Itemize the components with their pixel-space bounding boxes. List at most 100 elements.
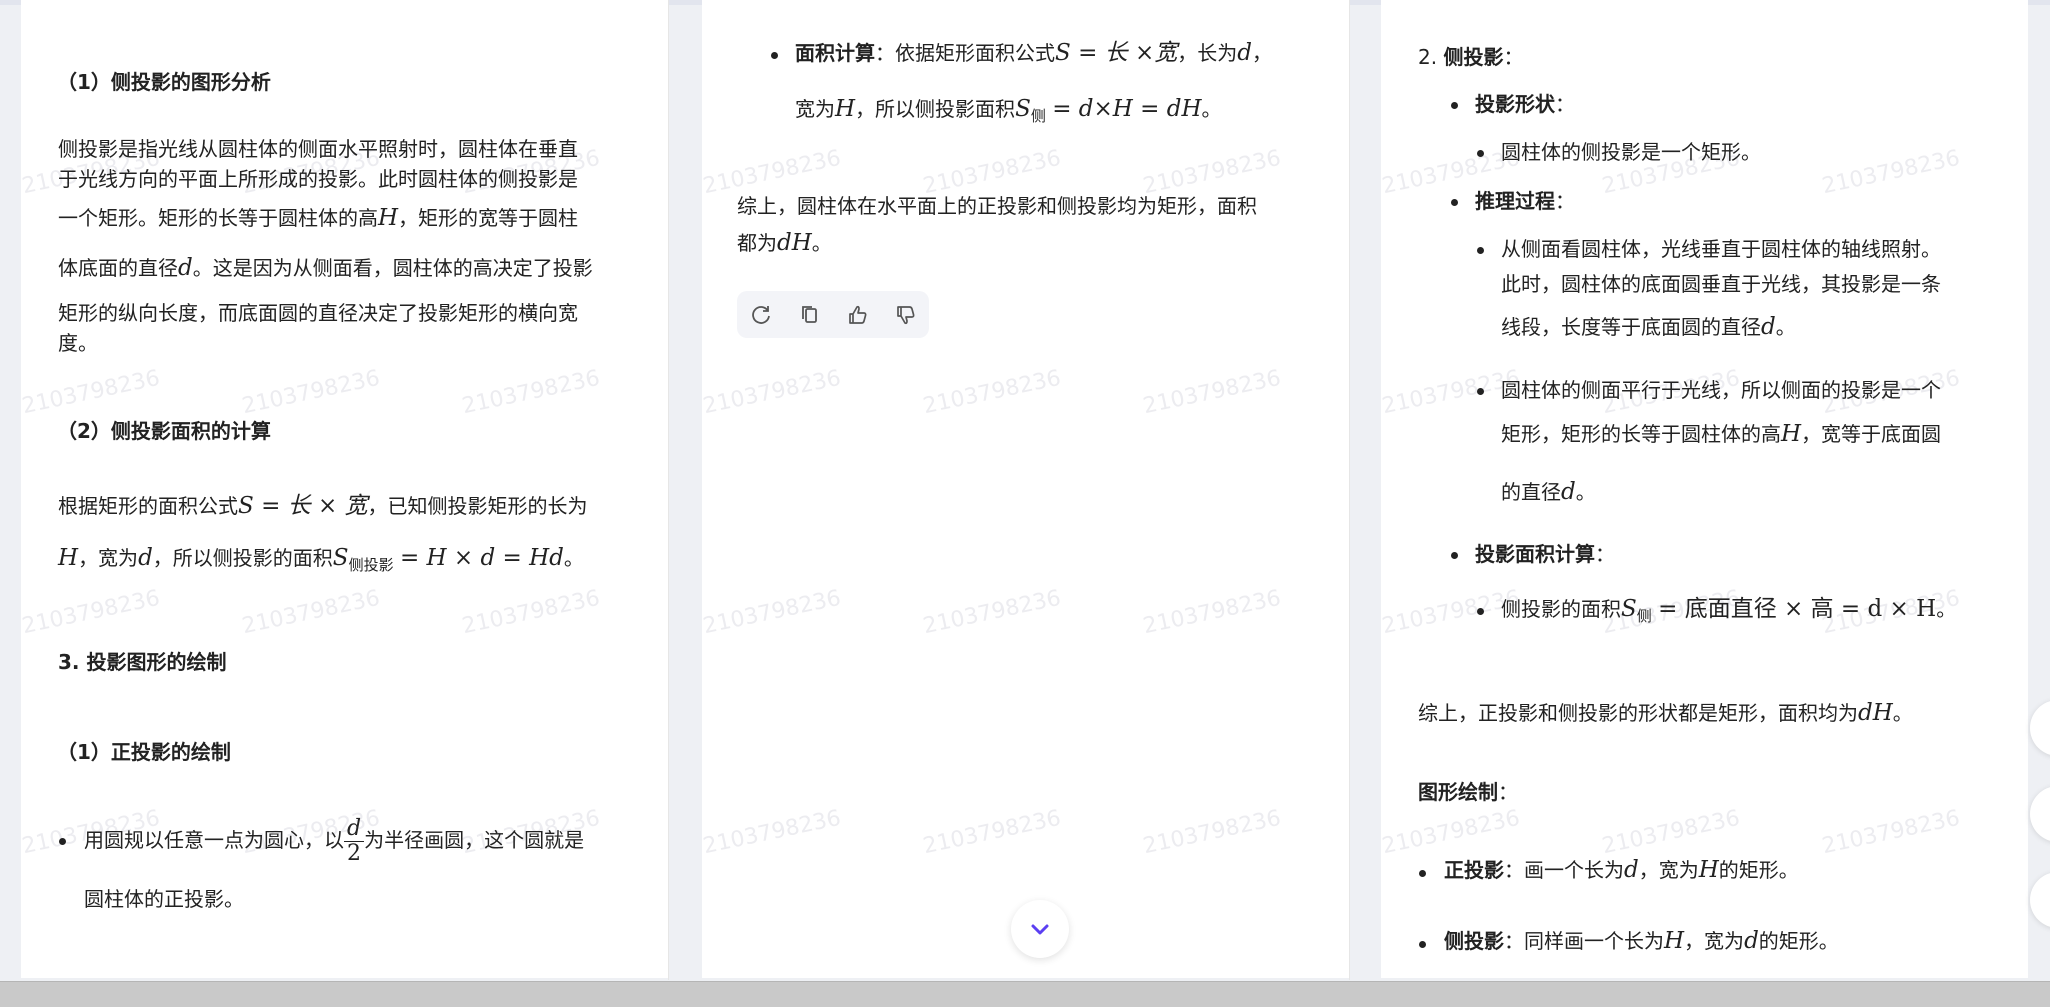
watermark: 2103798236 <box>702 585 844 640</box>
item-label: 图形绘制 <box>1418 780 1498 804</box>
list-item: 侧投影的面积S侧 = 底面直径 × 高 = d × H。 <box>1501 594 1956 631</box>
text-run: 矩形，矩形的长等于圆柱体的高 <box>1501 422 1781 446</box>
list-item-continued: 宽为H，所以侧投影面积S侧 = d×H = dH。 <box>795 94 1222 131</box>
text-run: 。这是因为从侧面看，圆柱体的高决定了投影 <box>192 256 593 280</box>
text-run: ，长为 <box>1177 41 1238 65</box>
text-run: 。 <box>1892 701 1913 725</box>
message-action-bar <box>737 291 929 338</box>
text-run: 都为 <box>737 231 777 255</box>
math-fraction: d2 <box>344 817 365 866</box>
watermark: 2103798236 <box>1819 145 1963 200</box>
text-run: ，所以侧投影的面积 <box>152 546 333 570</box>
thumbs-down-icon[interactable] <box>891 300 921 330</box>
heading-front-draw: （1）正投影的绘制 <box>57 740 231 764</box>
list-item: 正投影：画一个长为d，宽为H的矩形。 <box>1444 855 1799 885</box>
math-var: H <box>378 205 399 231</box>
math-formula: = d×H = dH <box>1052 96 1202 122</box>
watermark: 2103798236 <box>1140 585 1284 640</box>
scroll-down-button[interactable] <box>1011 900 1069 958</box>
text-run: 宽为 <box>795 97 835 121</box>
bullet-dot <box>59 838 66 845</box>
math-var: d <box>138 545 153 571</box>
item-number: 2. <box>1418 45 1438 69</box>
paragraph-line: H，宽为d，所以侧投影的面积S侧投影 = H × d = Hd。 <box>58 543 584 580</box>
math-var: dH <box>777 230 812 256</box>
math-var: S <box>1621 596 1637 622</box>
side-float-button[interactable] <box>2030 872 2050 928</box>
side-float-button[interactable] <box>2030 786 2050 842</box>
text-run: 线段，长度等于底面圆的直径 <box>1501 315 1761 339</box>
text-run: ，矩形的宽等于圆柱 <box>398 206 579 230</box>
item-label: 侧投影 <box>1444 929 1504 953</box>
text-run: ： <box>1555 189 1575 213</box>
item-label: 正投影 <box>1444 858 1504 882</box>
paragraph-line: 于光线方向的平面上所形成的投影。此时圆柱体的侧投影是 <box>58 167 578 191</box>
side-float-button[interactable] <box>2030 700 2050 756</box>
list-item: 圆柱体的侧面平行于光线，所以侧面的投影是一个 <box>1501 378 1941 402</box>
list-item: 侧投影：同样画一个长为H，宽为d的矩形。 <box>1444 926 1839 956</box>
item-label: 推理过程 <box>1475 189 1555 213</box>
text-run: ： <box>1595 542 1615 566</box>
fraction-denominator: 2 <box>347 841 362 866</box>
bullet-dot <box>1451 199 1458 206</box>
watermark: 2103798236 <box>702 805 844 860</box>
item-label: 投影形状 <box>1475 92 1555 116</box>
list-item-continued: 圆柱体的正投影。 <box>84 887 244 911</box>
answer-panel-left: 2103798236 2103798236 2103798236 2103798… <box>21 0 668 978</box>
numbered-item: 2. 侧投影： <box>1418 42 1523 72</box>
text-run: ， <box>1251 41 1272 65</box>
horizontal-scrollbar[interactable] <box>0 981 2050 1007</box>
math-formula: S = 长 ×宽 <box>1055 40 1178 66</box>
text-run: ，宽等于底面圆 <box>1801 422 1942 446</box>
list-item-continued: 的直径d。 <box>1501 477 1596 507</box>
text-run: 为半径画圆，这个圆就是 <box>364 828 585 852</box>
text-run: ： <box>1503 45 1524 69</box>
bullet-dot <box>1451 102 1458 109</box>
math-formula: = H × d = Hd <box>399 545 564 571</box>
fraction-numerator: d <box>344 817 365 842</box>
copy-icon[interactable] <box>795 300 825 330</box>
watermark: 2103798236 <box>920 585 1064 640</box>
text-run: 用圆规以任意一点为圆心，以 <box>84 828 344 852</box>
text-run: 。 <box>811 231 832 255</box>
answer-panel-right: 2103798236 2103798236 2103798236 2103798… <box>1381 0 2028 978</box>
math-var: H <box>1698 857 1719 883</box>
bullet-dot <box>1451 552 1458 559</box>
bullet-dot <box>1419 870 1426 877</box>
text-run: 的矩形。 <box>1758 929 1839 953</box>
math-var: d <box>178 255 193 281</box>
list-item: 投影形状： <box>1475 89 1575 119</box>
math-subscript: 侧 <box>1030 107 1046 125</box>
chevron-down-icon <box>1031 924 1049 935</box>
heading-side-analysis: （1）侧投影的图形分析 <box>57 70 271 94</box>
paragraph-line: 一个矩形。矩形的长等于圆柱体的高H，矩形的宽等于圆柱 <box>58 203 578 233</box>
paragraph-line: 度。 <box>58 331 98 355</box>
summary-line: 综上，圆柱体在水平面上的正投影和侧投影均为矩形，面积 <box>737 194 1257 218</box>
item-label: 侧投影 <box>1443 45 1504 69</box>
item-label: 面积计算 <box>795 41 875 65</box>
text-run: 的直径 <box>1501 480 1561 504</box>
panel-divider <box>1349 0 1350 980</box>
summary-line: 都为dH。 <box>737 228 832 258</box>
answer-panel-middle: 2103798236 2103798236 2103798236 2103798… <box>702 0 1349 978</box>
text-run: ：依据矩形面积公式 <box>875 41 1055 65</box>
watermark: 2103798236 <box>1140 805 1284 860</box>
math-formula: = 底面直径 × 高 = d × H <box>1658 596 1937 622</box>
bullet-dot <box>1477 388 1484 395</box>
math-var: d <box>1744 928 1759 954</box>
section-label: 图形绘制： <box>1418 777 1518 807</box>
text-run: ，所以侧投影面积 <box>855 97 1016 121</box>
text-run: 。 <box>1936 597 1957 621</box>
watermark: 2103798236 <box>239 365 383 420</box>
bullet-dot <box>1477 150 1484 157</box>
watermark: 2103798236 <box>459 365 603 420</box>
math-subscript: 侧投影 <box>348 556 394 574</box>
text-run: 体底面的直径 <box>58 256 178 280</box>
refresh-icon[interactable] <box>747 300 777 330</box>
summary-line: 综上，正投影和侧投影的形状都是矩形，面积均为dH。 <box>1418 698 1913 728</box>
text-run: ：画一个长为 <box>1504 858 1624 882</box>
text-run: ，宽为 <box>1684 929 1745 953</box>
math-var: H <box>835 96 856 122</box>
thumbs-up-icon[interactable] <box>843 300 873 330</box>
bullet-dot <box>1419 941 1426 948</box>
